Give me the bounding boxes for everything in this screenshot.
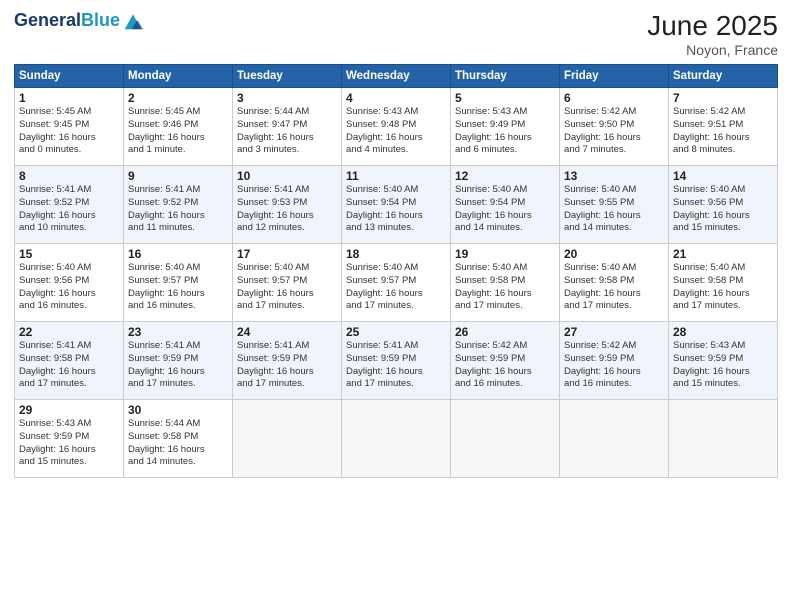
table-row: 8Sunrise: 5:41 AMSunset: 9:52 PMDaylight… — [15, 166, 124, 244]
table-row: 14Sunrise: 5:40 AMSunset: 9:56 PMDayligh… — [669, 166, 778, 244]
table-row: 12Sunrise: 5:40 AMSunset: 9:54 PMDayligh… — [451, 166, 560, 244]
table-row: 1Sunrise: 5:45 AMSunset: 9:45 PMDaylight… — [15, 88, 124, 166]
table-row: 10Sunrise: 5:41 AMSunset: 9:53 PMDayligh… — [233, 166, 342, 244]
calendar-week-0: 1Sunrise: 5:45 AMSunset: 9:45 PMDaylight… — [15, 88, 778, 166]
table-row: 19Sunrise: 5:40 AMSunset: 9:58 PMDayligh… — [451, 244, 560, 322]
table-row: 17Sunrise: 5:40 AMSunset: 9:57 PMDayligh… — [233, 244, 342, 322]
logo: GeneralBlue — [14, 10, 144, 32]
table-row: 9Sunrise: 5:41 AMSunset: 9:52 PMDaylight… — [124, 166, 233, 244]
table-row: 29Sunrise: 5:43 AMSunset: 9:59 PMDayligh… — [15, 400, 124, 478]
col-mon: Monday — [124, 65, 233, 88]
col-fri: Friday — [560, 65, 669, 88]
col-sat: Saturday — [669, 65, 778, 88]
table-row — [669, 400, 778, 478]
table-row: 24Sunrise: 5:41 AMSunset: 9:59 PMDayligh… — [233, 322, 342, 400]
table-row: 2Sunrise: 5:45 AMSunset: 9:46 PMDaylight… — [124, 88, 233, 166]
location: Noyon, France — [647, 42, 778, 58]
table-row — [233, 400, 342, 478]
table-row: 5Sunrise: 5:43 AMSunset: 9:49 PMDaylight… — [451, 88, 560, 166]
table-row: 6Sunrise: 5:42 AMSunset: 9:50 PMDaylight… — [560, 88, 669, 166]
table-row — [451, 400, 560, 478]
col-tue: Tuesday — [233, 65, 342, 88]
table-row: 22Sunrise: 5:41 AMSunset: 9:58 PMDayligh… — [15, 322, 124, 400]
col-wed: Wednesday — [342, 65, 451, 88]
table-row: 26Sunrise: 5:42 AMSunset: 9:59 PMDayligh… — [451, 322, 560, 400]
col-thu: Thursday — [451, 65, 560, 88]
table-row: 27Sunrise: 5:42 AMSunset: 9:59 PMDayligh… — [560, 322, 669, 400]
table-row: 11Sunrise: 5:40 AMSunset: 9:54 PMDayligh… — [342, 166, 451, 244]
header: GeneralBlue June 2025 Noyon, France — [14, 10, 778, 58]
logo-icon — [122, 10, 144, 32]
table-row: 18Sunrise: 5:40 AMSunset: 9:57 PMDayligh… — [342, 244, 451, 322]
table-row — [342, 400, 451, 478]
calendar-week-1: 8Sunrise: 5:41 AMSunset: 9:52 PMDaylight… — [15, 166, 778, 244]
table-row: 20Sunrise: 5:40 AMSunset: 9:58 PMDayligh… — [560, 244, 669, 322]
title-block: June 2025 Noyon, France — [647, 10, 778, 58]
logo-text: GeneralBlue — [14, 11, 120, 31]
table-row: 28Sunrise: 5:43 AMSunset: 9:59 PMDayligh… — [669, 322, 778, 400]
calendar-week-2: 15Sunrise: 5:40 AMSunset: 9:56 PMDayligh… — [15, 244, 778, 322]
table-row: 15Sunrise: 5:40 AMSunset: 9:56 PMDayligh… — [15, 244, 124, 322]
month-title: June 2025 — [647, 10, 778, 42]
table-row — [560, 400, 669, 478]
calendar-header-row: Sunday Monday Tuesday Wednesday Thursday… — [15, 65, 778, 88]
table-row: 25Sunrise: 5:41 AMSunset: 9:59 PMDayligh… — [342, 322, 451, 400]
page: GeneralBlue June 2025 Noyon, France Sund… — [0, 0, 792, 612]
col-sun: Sunday — [15, 65, 124, 88]
table-row: 13Sunrise: 5:40 AMSunset: 9:55 PMDayligh… — [560, 166, 669, 244]
table-row: 23Sunrise: 5:41 AMSunset: 9:59 PMDayligh… — [124, 322, 233, 400]
calendar: Sunday Monday Tuesday Wednesday Thursday… — [14, 64, 778, 478]
calendar-week-4: 29Sunrise: 5:43 AMSunset: 9:59 PMDayligh… — [15, 400, 778, 478]
calendar-week-3: 22Sunrise: 5:41 AMSunset: 9:58 PMDayligh… — [15, 322, 778, 400]
table-row: 30Sunrise: 5:44 AMSunset: 9:58 PMDayligh… — [124, 400, 233, 478]
table-row: 16Sunrise: 5:40 AMSunset: 9:57 PMDayligh… — [124, 244, 233, 322]
table-row: 3Sunrise: 5:44 AMSunset: 9:47 PMDaylight… — [233, 88, 342, 166]
table-row: 4Sunrise: 5:43 AMSunset: 9:48 PMDaylight… — [342, 88, 451, 166]
table-row: 21Sunrise: 5:40 AMSunset: 9:58 PMDayligh… — [669, 244, 778, 322]
table-row: 7Sunrise: 5:42 AMSunset: 9:51 PMDaylight… — [669, 88, 778, 166]
